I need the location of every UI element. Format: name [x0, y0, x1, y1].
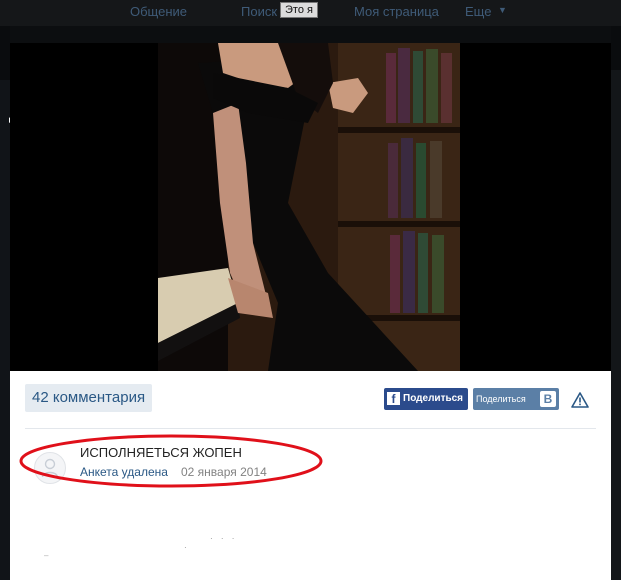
photo[interactable] — [158, 43, 460, 371]
avatar[interactable] — [34, 452, 66, 484]
photo-image — [158, 43, 460, 371]
photo-viewer — [10, 43, 611, 371]
vk-icon: B — [540, 391, 556, 407]
nav-item-more[interactable]: Еще — [465, 4, 491, 19]
share-facebook-label: Поделиться — [403, 393, 464, 404]
nav-item-messages[interactable]: Общение — [130, 4, 187, 19]
overlay-left-strip — [0, 80, 10, 580]
decorative-dot: · — [184, 543, 187, 552]
share-vk-label: Поделиться — [476, 394, 526, 404]
share-vk-button[interactable]: Поделиться B — [473, 388, 559, 410]
comment-text: ИСПОЛНЯЕТЬСЯ ЖОПЕН — [80, 445, 242, 460]
tooltip: Это я — [280, 2, 318, 18]
nav-item-search[interactable]: Поиск — [241, 4, 277, 19]
nav-item-my-page[interactable]: Моя страница — [354, 4, 439, 19]
share-facebook-button[interactable]: f Поделиться — [384, 388, 468, 410]
user-icon — [41, 458, 59, 478]
comments-count-button[interactable]: 42 комментария — [25, 384, 153, 412]
chevron-down-icon: ▼ — [498, 5, 507, 15]
comments-panel: 42 комментария f Поделиться Поделиться B… — [10, 371, 611, 580]
warning-icon[interactable] — [571, 391, 589, 409]
facebook-icon: f — [387, 392, 400, 406]
comment-date[interactable]: 02 января 2014 — [181, 465, 267, 479]
overlay-right-strip — [611, 70, 621, 580]
top-navigation-bar: Общение Поиск Это я Моя страница Еще ▼ — [0, 0, 621, 26]
decorative-dots: · · · — [210, 534, 238, 543]
divider — [25, 428, 596, 429]
decorative-dot: – — [44, 551, 49, 560]
comment-author-link[interactable]: Анкета удалена — [80, 465, 168, 479]
